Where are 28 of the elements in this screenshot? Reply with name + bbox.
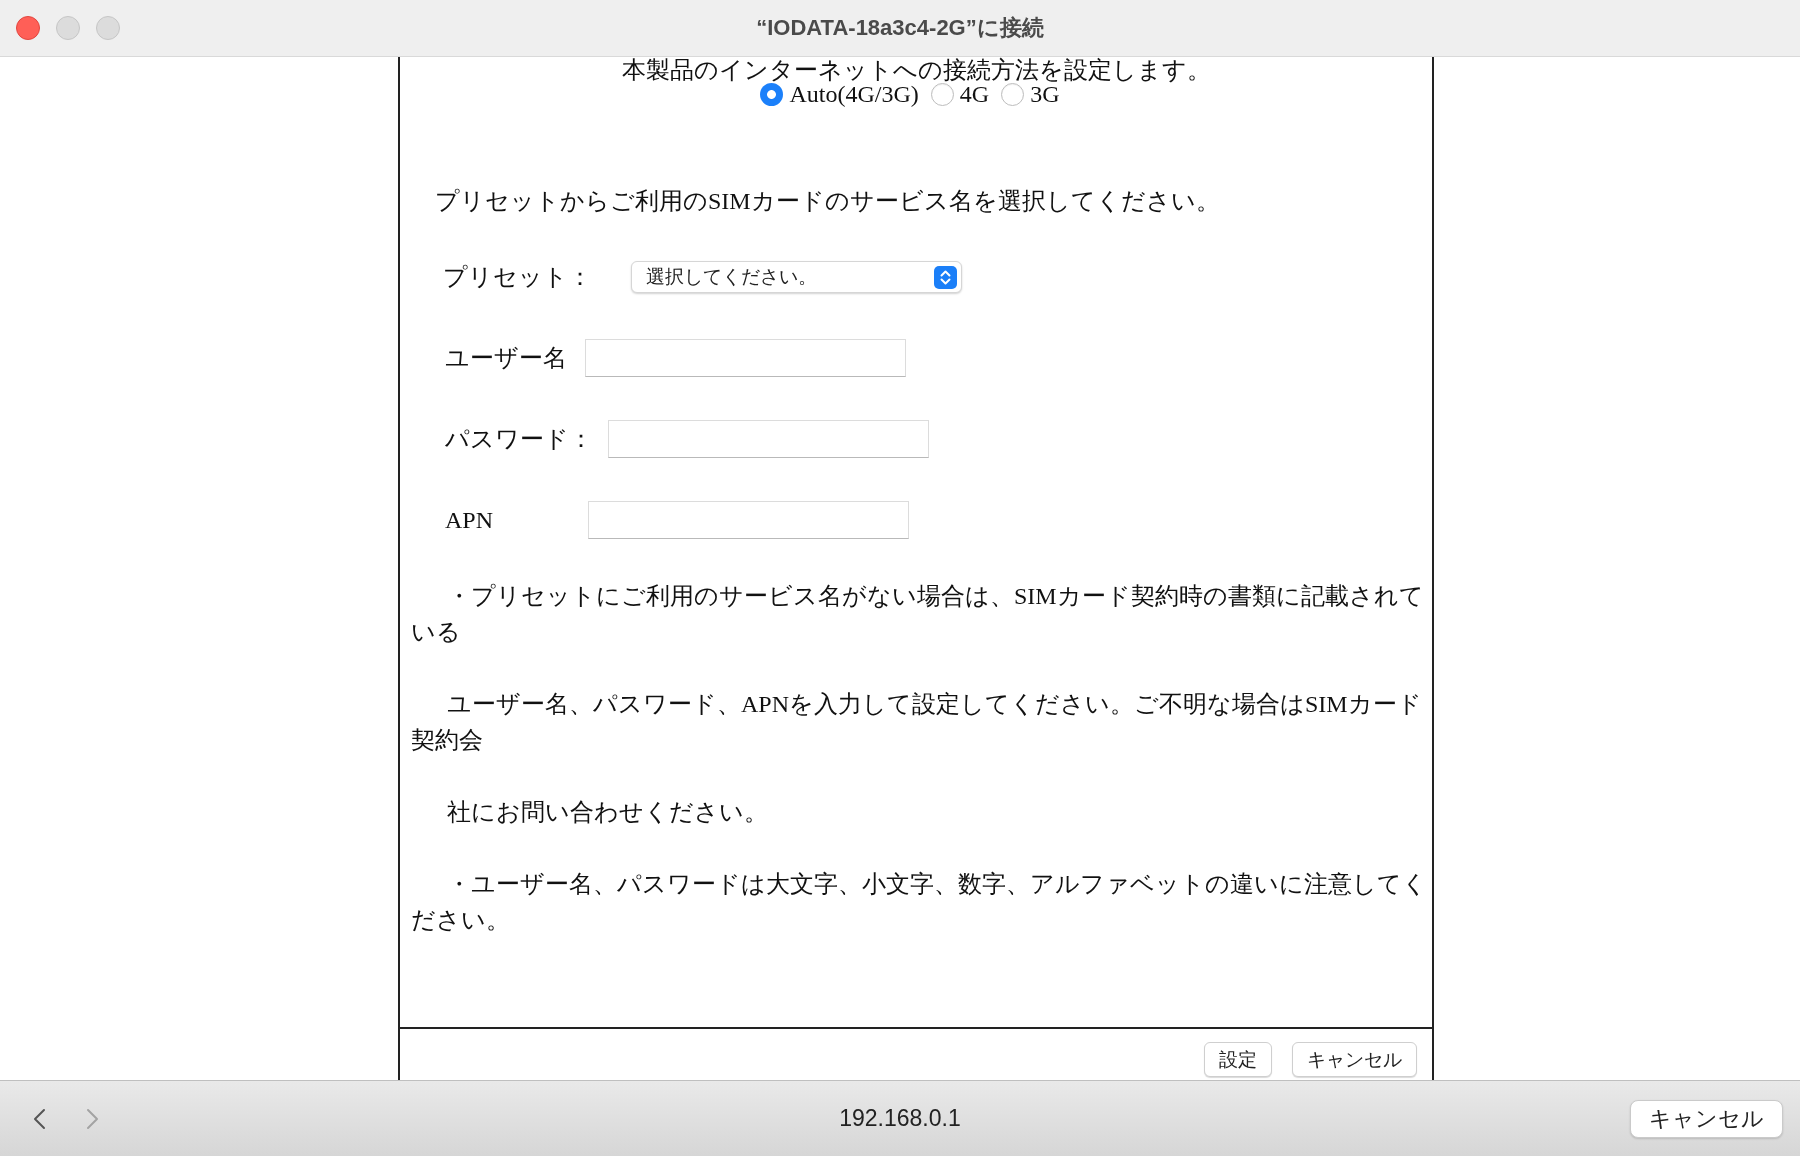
updown-chevron-icon xyxy=(934,265,957,289)
text-field[interactable] xyxy=(585,339,906,377)
text-field[interactable] xyxy=(588,501,909,539)
preset-select[interactable]: 選択してください。 xyxy=(631,261,962,293)
window-title: “IODATA-18a3c4-2G”に接続 xyxy=(756,14,1044,42)
radio-label: Auto(4G/3G) xyxy=(789,82,919,106)
note-text: 社にお問い合わせください。 xyxy=(446,798,769,827)
field-label: プリセット： xyxy=(443,263,593,292)
instruction-text: プリセットからご利用のSIMカードのサービス名を選択してください。 xyxy=(434,187,1220,216)
radio-label: 4G xyxy=(959,82,990,106)
radio-button[interactable] xyxy=(930,82,954,106)
form-button[interactable]: 設定 xyxy=(1204,1042,1272,1077)
radio-button[interactable] xyxy=(760,82,784,106)
password-field[interactable] xyxy=(608,420,929,458)
form-button[interactable]: キャンセル xyxy=(1292,1042,1417,1077)
chevron-left-icon[interactable] xyxy=(32,1107,46,1130)
close-icon[interactable] xyxy=(16,16,40,40)
cancel-button[interactable]: キャンセル xyxy=(1630,1099,1783,1138)
address-text: 192.168.0.1 xyxy=(839,1105,961,1132)
radio-button[interactable] xyxy=(1001,82,1025,106)
field-label: APN xyxy=(445,506,494,535)
intro-text: 本製品のインターネットへの接続方法を設定します。 xyxy=(621,58,1211,82)
note-text: ・ユーザー名、パスワードは大文字、小文字、数字、アルファベットの違いに注意してく ださい。 xyxy=(411,870,1428,935)
note-text: ・プリセットにご利用のサービス名がない場合は、SIMカード契約時の書類に記載されて いる xyxy=(411,582,1425,647)
field-label: パスワード： xyxy=(445,425,594,454)
note-text: ユーザー名、パスワード、APNを入力して設定してください。ご不明な場合はSIMカード 契約会 xyxy=(411,690,1423,755)
field-label: ユーザー名 xyxy=(445,344,568,373)
radio-label: 3G xyxy=(1030,82,1060,106)
